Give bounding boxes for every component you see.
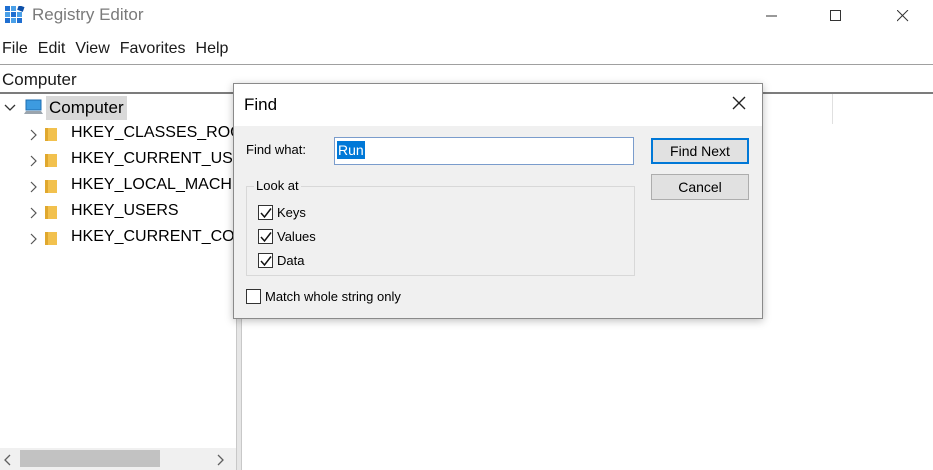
keys-option[interactable]: Keys: [258, 202, 306, 222]
dialog-title-bar: Find: [234, 84, 762, 126]
menu-view[interactable]: View: [72, 38, 116, 62]
tree-node[interactable]: HKEY_USERS: [0, 200, 236, 224]
values-label: Values: [277, 228, 316, 244]
tree-node-label: HKEY_CURRENT_USER: [71, 150, 236, 167]
tree-node[interactable]: HKEY_CURRENT_USER: [0, 148, 236, 172]
checkmark-icon: [260, 207, 272, 218]
chevron-right-icon[interactable]: [29, 154, 37, 172]
tree-node[interactable]: HKEY_LOCAL_MACHINE: [0, 174, 236, 198]
tree-node-label: HKEY_USERS: [71, 202, 179, 219]
computer-icon: [24, 99, 44, 122]
chevron-right-icon[interactable]: [29, 232, 37, 250]
tree-node[interactable]: HKEY_CLASSES_ROOT: [0, 122, 236, 146]
tree-node-label: HKEY_CLASSES_ROOT: [71, 124, 236, 141]
values-option[interactable]: Values: [258, 226, 316, 246]
menu-edit[interactable]: Edit: [35, 38, 73, 62]
data-option[interactable]: Data: [258, 250, 304, 270]
chevron-right-icon[interactable]: [29, 180, 37, 198]
checkmark-icon: [260, 231, 272, 242]
find-dialog: Find Find what: Run Find Next Cancel Loo…: [233, 83, 763, 319]
tree-root-label: Computer: [46, 96, 127, 120]
keys-checkbox[interactable]: [258, 204, 273, 220]
tree-node-label: HKEY_CURRENT_CONFIG: [71, 228, 236, 245]
minimize-button[interactable]: [749, 0, 795, 32]
find-what-label: Find what:: [246, 142, 306, 157]
menu-bar: File Edit View Favorites Help: [0, 38, 235, 62]
address-path: Computer: [2, 70, 77, 89]
close-icon: [732, 96, 746, 115]
registry-editor-icon: [5, 5, 25, 26]
close-window-button[interactable]: [880, 0, 926, 32]
find-next-button[interactable]: Find Next: [651, 138, 749, 164]
data-checkbox[interactable]: [258, 252, 273, 268]
chevron-down-icon[interactable]: [4, 101, 16, 119]
cancel-button[interactable]: Cancel: [651, 174, 749, 200]
tree-node-label: HKEY_LOCAL_MACHINE: [71, 176, 236, 193]
folder-icon: [44, 152, 60, 173]
menu-help[interactable]: Help: [193, 38, 236, 62]
tree-pane: Computer HKEY_CLASSES_ROOT HKEY_CURRENT_…: [0, 94, 236, 470]
scrollbar-thumb[interactable]: [20, 450, 160, 467]
look-at-label: Look at: [254, 178, 301, 193]
tree-horizontal-scrollbar[interactable]: [0, 448, 236, 470]
match-whole-label: Match whole string only: [265, 288, 401, 304]
data-label: Data: [277, 252, 305, 268]
dialog-title: Find: [244, 95, 278, 114]
scroll-right-icon[interactable]: [216, 453, 224, 470]
chevron-right-icon[interactable]: [29, 206, 37, 224]
keys-label: Keys: [277, 204, 306, 220]
folder-icon: [44, 126, 60, 147]
title-bar: Registry Editor: [0, 0, 933, 32]
folder-icon: [44, 204, 60, 225]
chevron-right-icon[interactable]: [29, 128, 37, 146]
find-what-input[interactable]: [334, 137, 634, 165]
values-checkbox[interactable]: [258, 228, 273, 244]
tree-root[interactable]: Computer: [0, 96, 236, 120]
column-divider[interactable]: [832, 94, 833, 124]
dialog-close-button[interactable]: [724, 90, 754, 120]
checkmark-icon: [260, 255, 272, 266]
folder-icon: [44, 178, 60, 199]
menu-favorites[interactable]: Favorites: [117, 38, 193, 62]
tree-node[interactable]: HKEY_CURRENT_CONFIG: [0, 226, 236, 250]
window-title: Registry Editor: [32, 5, 144, 24]
folder-icon: [44, 230, 60, 251]
menu-file[interactable]: File: [0, 38, 35, 62]
find-what-value: Run: [337, 141, 365, 159]
match-whole-option[interactable]: Match whole string only: [246, 286, 401, 306]
maximize-button[interactable]: [813, 0, 859, 32]
match-whole-checkbox[interactable]: [246, 288, 261, 304]
scroll-left-icon[interactable]: [4, 453, 12, 470]
